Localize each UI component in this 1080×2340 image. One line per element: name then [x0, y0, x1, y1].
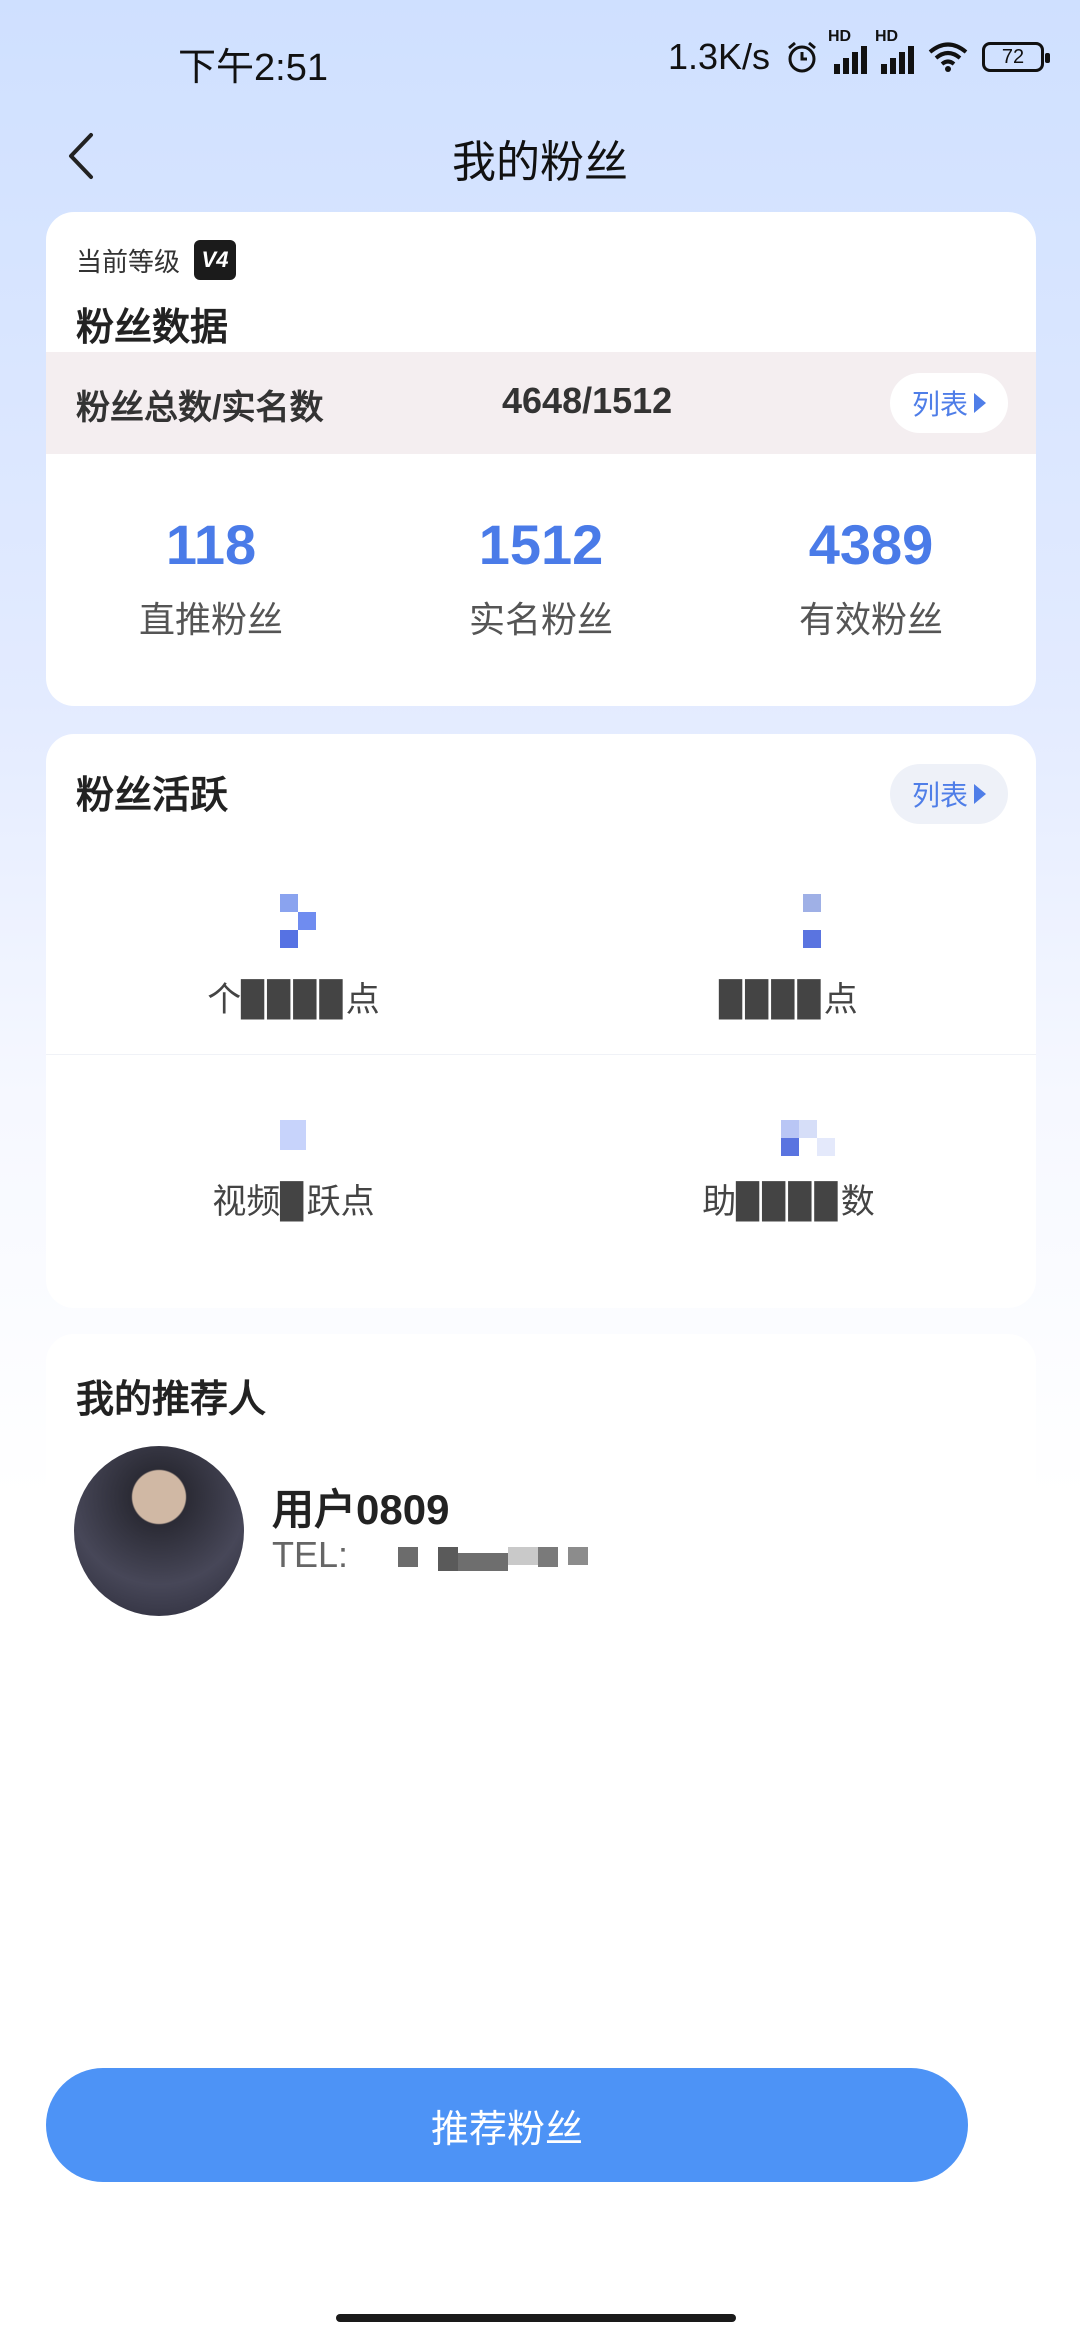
- battery-icon: 72: [982, 42, 1050, 72]
- status-icons: 1.3K/s HD HD 72: [667, 28, 1050, 78]
- stat-valid-fans[interactable]: 4389 有效粉丝: [706, 512, 1036, 643]
- stat-value: 1512: [478, 513, 604, 576]
- stat-direct-fans[interactable]: 118 直推粉丝: [46, 512, 376, 643]
- activity-label: 个▉▉▉▉点: [207, 981, 380, 1019]
- triangle-right-icon: [974, 784, 986, 804]
- activity-value-pixelated: [46, 1114, 541, 1174]
- activity-value-pixelated: [541, 1114, 1036, 1174]
- activity-item-3[interactable]: 视频▉跃点: [46, 1074, 541, 1274]
- activity-label: ▉▉▉▉点: [719, 981, 858, 1019]
- level-label: 当前等级: [76, 246, 181, 277]
- tel-prefix: TEL:: [272, 1534, 349, 1575]
- stat-value: 4389: [808, 513, 934, 576]
- fan-activity-card: 粉丝活跃 列表 个▉▉▉▉点 ▉▉▉▉点 视频▉跃点 助▉▉▉▉数: [46, 734, 1036, 1308]
- divider: [46, 1054, 1036, 1055]
- stat-verified-fans[interactable]: 1512 实名粉丝: [376, 512, 706, 643]
- wifi-icon: [928, 42, 968, 72]
- fan-data-title: 粉丝数据: [76, 307, 229, 349]
- total-value: 4648/1512: [502, 380, 673, 421]
- avatar: [74, 1446, 244, 1616]
- level-row: 当前等级 V4: [76, 240, 237, 280]
- recommender-tel: TEL:: [272, 1534, 598, 1576]
- signal-icon: HD: [828, 28, 867, 74]
- activity-value-pixelated: [541, 894, 1036, 954]
- stat-label: 有效粉丝: [798, 599, 943, 640]
- activity-value-pixelated: [46, 894, 541, 954]
- alarm-icon: [788, 41, 816, 73]
- status-time: 下午2:51: [178, 47, 328, 89]
- level-badge: V4: [194, 240, 237, 280]
- recommender-card: 我的推荐人 用户0809 TEL:: [46, 1334, 1036, 1694]
- activity-label: 视频▉跃点: [212, 1183, 375, 1221]
- recommender-title: 我的推荐人: [76, 1379, 267, 1421]
- recommender-name: 用户0809: [272, 1486, 450, 1533]
- total-row: 粉丝总数/实名数 4648/1512 列表: [46, 352, 1036, 454]
- activity-item-1[interactable]: 个▉▉▉▉点: [46, 854, 541, 1054]
- activity-list-button-label: 列表: [911, 780, 968, 811]
- fan-list-button[interactable]: 列表: [890, 373, 1008, 433]
- stat-label: 直推粉丝: [138, 599, 283, 640]
- fan-list-button-label: 列表: [911, 389, 968, 420]
- fan-activity-title: 粉丝活跃: [76, 775, 229, 817]
- nav-bar: 我的粉丝: [0, 110, 1080, 200]
- home-indicator[interactable]: [336, 2314, 736, 2322]
- activity-item-2[interactable]: ▉▉▉▉点: [541, 854, 1036, 1054]
- activity-label: 助▉▉▉▉数: [702, 1183, 875, 1221]
- recommend-fans-button[interactable]: 推荐粉丝: [46, 2068, 968, 2182]
- activity-item-4[interactable]: 助▉▉▉▉数: [541, 1074, 1036, 1274]
- status-bar: 下午2:51 1.3K/s HD HD 72: [0, 0, 1080, 120]
- activity-list-button[interactable]: 列表: [890, 764, 1008, 824]
- stat-value: 118: [165, 513, 257, 576]
- signal-icon-2: HD: [875, 28, 914, 74]
- total-label: 粉丝总数/实名数: [76, 389, 324, 427]
- triangle-right-icon: [974, 393, 986, 413]
- fan-data-card: 当前等级 V4 粉丝数据 粉丝总数/实名数 4648/1512 列表 118 直…: [46, 212, 1036, 706]
- stat-label: 实名粉丝: [468, 599, 613, 640]
- page-title: 我的粉丝: [452, 138, 628, 187]
- network-speed: 1.3K/s: [667, 36, 770, 77]
- tel-number-pixelated: [358, 1539, 598, 1575]
